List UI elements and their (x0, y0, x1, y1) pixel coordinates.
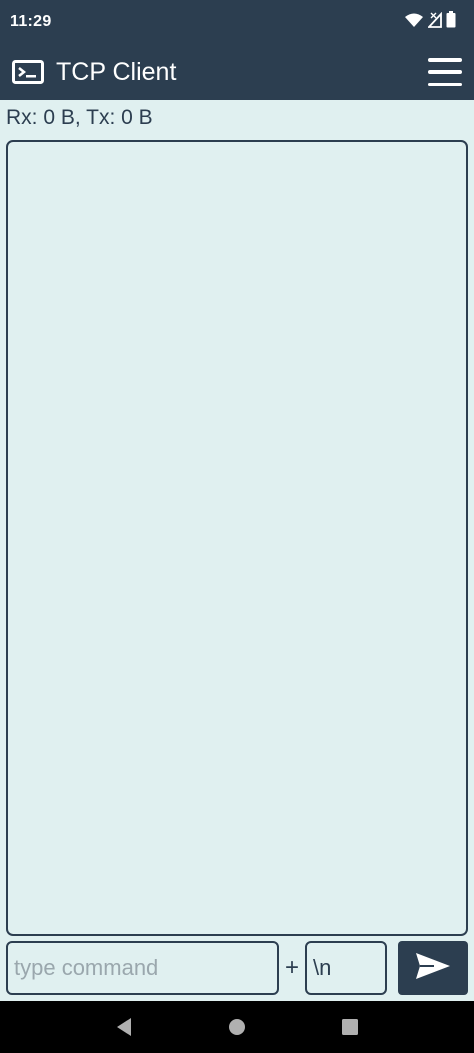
recents-icon[interactable] (335, 1012, 365, 1042)
status-bar: 11:29 (0, 0, 474, 44)
terminal-log-area[interactable] (6, 140, 468, 936)
command-input[interactable] (6, 941, 279, 995)
plus-label: + (284, 954, 299, 981)
command-input-row: + (6, 941, 468, 995)
signal-icon (426, 11, 442, 33)
app-title: TCP Client (56, 57, 177, 86)
rx-tx-counter: Rx: 0 B, Tx: 0 B (6, 106, 153, 129)
system-nav-bar (0, 1001, 474, 1053)
hamburger-menu-icon[interactable] (428, 58, 462, 86)
back-icon[interactable] (109, 1012, 139, 1042)
send-icon (414, 951, 452, 986)
line-ending-input[interactable] (305, 941, 387, 995)
battery-icon (446, 11, 456, 33)
home-icon[interactable] (222, 1012, 252, 1042)
terminal-icon (12, 60, 44, 84)
send-button[interactable] (398, 941, 468, 995)
wifi-icon (404, 12, 424, 33)
app-bar: TCP Client (0, 44, 474, 100)
status-time: 11:29 (10, 13, 52, 30)
status-icons (404, 11, 456, 33)
